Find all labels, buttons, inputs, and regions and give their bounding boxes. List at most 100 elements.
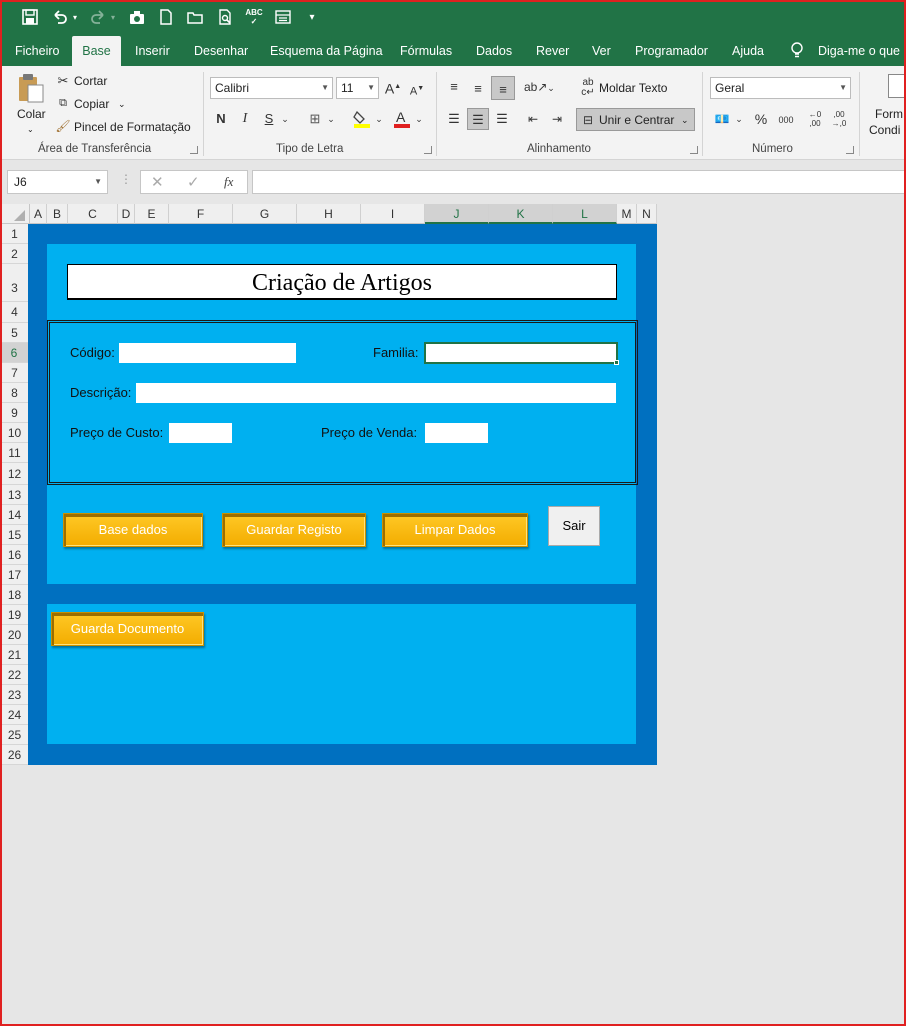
tab-base[interactable]: Base xyxy=(72,36,121,66)
tab-formulas[interactable]: Fórmulas xyxy=(400,36,452,66)
row-header[interactable]: 23 xyxy=(0,685,30,705)
decrease-font-icon[interactable]: A▼ xyxy=(408,80,426,101)
align-middle-icon[interactable]: ≡ xyxy=(468,80,488,98)
row-header[interactable]: 21 xyxy=(0,645,30,665)
guardar-registo-button[interactable]: Guardar Registo xyxy=(222,513,366,547)
font-size-select[interactable]: 11 ▼ xyxy=(336,77,379,99)
row-header[interactable]: 20 xyxy=(0,625,30,645)
paste-dropdown-icon[interactable]: ⌄ xyxy=(27,120,34,140)
fill-handle[interactable] xyxy=(614,360,619,365)
undo-dropdown-icon[interactable]: ▾ xyxy=(70,8,80,28)
row-header[interactable]: 15 xyxy=(0,525,30,545)
copy-dropdown-icon[interactable]: ⌄ xyxy=(118,94,126,114)
column-header-n[interactable]: N xyxy=(637,204,657,224)
align-top-icon[interactable]: ≡ xyxy=(444,78,464,96)
increase-font-icon[interactable]: A▲ xyxy=(384,78,402,98)
column-header-c[interactable]: C xyxy=(68,204,118,224)
wrap-text-button[interactable]: Moldar Texto xyxy=(599,78,667,98)
increase-indent-icon[interactable]: ⇥ xyxy=(547,110,567,128)
column-header-a[interactable]: A xyxy=(30,204,47,224)
borders-dropdown-icon[interactable]: ⌄ xyxy=(326,110,336,128)
align-left-icon[interactable]: ☰ xyxy=(444,110,464,128)
confirm-icon[interactable]: ✓ xyxy=(187,173,200,191)
row-header[interactable]: 3 xyxy=(0,264,30,302)
preco-custo-field[interactable] xyxy=(169,423,232,443)
column-header-j[interactable]: J xyxy=(425,204,489,224)
conditional-format-label-2[interactable]: Condi xyxy=(869,120,900,140)
column-header-i[interactable]: I xyxy=(361,204,425,224)
tab-ver[interactable]: Ver xyxy=(592,36,611,66)
undo-icon[interactable] xyxy=(50,8,70,28)
codigo-field[interactable] xyxy=(119,343,296,363)
sair-button[interactable]: Sair xyxy=(548,506,600,546)
row-header[interactable]: 22 xyxy=(0,665,30,685)
format-painter-button[interactable]: Pincel de Formatação xyxy=(74,117,191,137)
column-header-g[interactable]: G xyxy=(233,204,297,224)
spelling-icon[interactable]: ABC ✓ xyxy=(244,8,264,28)
font-color-icon[interactable]: A xyxy=(392,108,412,130)
underline-button[interactable]: S xyxy=(261,110,277,128)
clipboard-launcher-icon[interactable] xyxy=(190,146,198,154)
column-header-l[interactable]: L xyxy=(553,204,617,224)
column-header-b[interactable]: B xyxy=(47,204,68,224)
column-header-f[interactable]: F xyxy=(169,204,233,224)
row-header[interactable]: 6 xyxy=(0,343,30,363)
fill-color-dropdown-icon[interactable]: ⌄ xyxy=(374,110,384,128)
align-center-icon[interactable]: ☰ xyxy=(467,108,489,130)
paste-icon[interactable] xyxy=(16,72,46,104)
italic-button[interactable]: I xyxy=(237,110,253,128)
customize-icon[interactable]: ▾ xyxy=(302,8,322,28)
row-header[interactable]: 7 xyxy=(0,363,30,383)
decrease-indent-icon[interactable]: ⇤ xyxy=(523,110,543,128)
row-header[interactable]: 13 xyxy=(0,485,30,505)
row-header[interactable]: 9 xyxy=(0,403,30,423)
base-dados-button[interactable]: Base dados xyxy=(63,513,203,547)
number-format-select[interactable]: Geral ▼ xyxy=(710,77,851,99)
row-header[interactable]: 18 xyxy=(0,585,30,605)
font-color-dropdown-icon[interactable]: ⌄ xyxy=(414,110,424,128)
formula-input[interactable] xyxy=(252,170,906,194)
column-header-d[interactable]: D xyxy=(118,204,135,224)
row-header[interactable]: 8 xyxy=(0,383,30,403)
borders-icon[interactable]: ⊞ xyxy=(306,110,324,128)
align-bottom-icon[interactable]: ≡ xyxy=(491,76,515,100)
tab-inserir[interactable]: Inserir xyxy=(135,36,170,66)
number-launcher-icon[interactable] xyxy=(846,146,854,154)
column-header-e[interactable]: E xyxy=(135,204,169,224)
row-header[interactable]: 12 xyxy=(0,463,30,485)
tab-desenhar[interactable]: Desenhar xyxy=(194,36,248,66)
limpar-dados-button[interactable]: Limpar Dados xyxy=(382,513,528,547)
row-header[interactable]: 10 xyxy=(0,423,30,443)
orientation-icon[interactable]: ab↗ xyxy=(524,78,547,96)
row-header[interactable]: 11 xyxy=(0,443,30,463)
tab-programador[interactable]: Programador xyxy=(635,36,708,66)
fill-color-icon[interactable] xyxy=(352,108,372,130)
align-right-icon[interactable]: ☰ xyxy=(492,110,512,128)
name-box[interactable]: J6 ▼ xyxy=(7,170,108,194)
font-launcher-icon[interactable] xyxy=(424,146,432,154)
accounting-format-icon[interactable]: 💶 xyxy=(712,110,732,128)
copy-button[interactable]: Copiar xyxy=(74,94,109,114)
save-icon[interactable] xyxy=(20,8,40,28)
new-file-icon[interactable] xyxy=(156,8,176,28)
tab-ajuda[interactable]: Ajuda xyxy=(732,36,764,66)
increase-decimal-icon[interactable]: ←0,00 xyxy=(805,110,825,128)
tell-me-search[interactable]: Diga-me o que p xyxy=(818,36,906,66)
accounting-dropdown-icon[interactable]: ⌄ xyxy=(734,110,744,128)
cancel-icon[interactable]: ✕ xyxy=(151,173,164,191)
redo-dropdown-icon[interactable]: ▾ xyxy=(108,8,118,28)
tab-ficheiro[interactable]: Ficheiro xyxy=(15,36,59,66)
row-header[interactable]: 14 xyxy=(0,505,30,525)
bold-button[interactable]: N xyxy=(213,110,229,128)
thousands-separator-icon[interactable]: 000 xyxy=(774,111,798,129)
merge-center-button[interactable]: ⊟ Unir e Centrar ⌄ xyxy=(576,108,695,131)
row-header[interactable]: 4 xyxy=(0,302,30,323)
decrease-decimal-icon[interactable]: ,00 →,0 xyxy=(829,110,849,128)
column-header-k[interactable]: K xyxy=(489,204,553,224)
alignment-launcher-icon[interactable] xyxy=(690,146,698,154)
row-header[interactable]: 26 xyxy=(0,745,30,765)
tab-rever[interactable]: Rever xyxy=(536,36,569,66)
row-header[interactable]: 17 xyxy=(0,565,30,585)
camera-icon[interactable] xyxy=(127,8,147,28)
row-header[interactable]: 5 xyxy=(0,323,30,343)
